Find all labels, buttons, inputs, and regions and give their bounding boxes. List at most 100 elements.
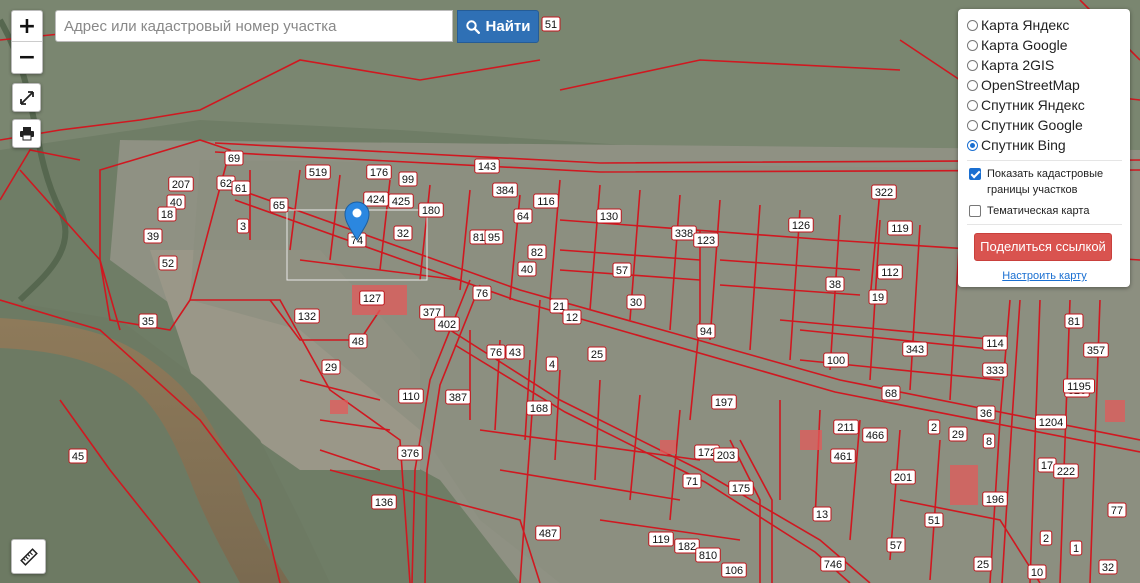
parcel-number[interactable]: 182 (678, 541, 696, 553)
parcel-number[interactable]: 322 (875, 187, 893, 199)
parcel-number[interactable]: 39 (147, 231, 159, 243)
parcel-number[interactable]: 222 (1057, 466, 1075, 478)
parcel-number[interactable]: 13 (816, 509, 828, 521)
parcel-number[interactable]: 48 (352, 336, 364, 348)
zoom-in-button[interactable]: + (12, 11, 42, 41)
parcel-number[interactable]: 43 (509, 347, 521, 359)
parcel-number[interactable]: 211 (837, 422, 855, 434)
parcel-number[interactable]: 38 (829, 279, 841, 291)
parcel-number[interactable]: 123 (697, 235, 715, 247)
parcel-number[interactable]: 175 (732, 483, 750, 495)
parcel-number[interactable]: 1195 (1067, 381, 1091, 393)
parcel-number[interactable]: 333 (986, 365, 1004, 377)
parcel-number[interactable]: 466 (866, 430, 884, 442)
parcel-number[interactable]: 76 (476, 288, 488, 300)
parcel-number[interactable]: 25 (977, 559, 989, 571)
show-cadastre-toggle[interactable]: Показать кадастровые границы участков (967, 166, 1122, 198)
parcel-number[interactable]: 25 (591, 349, 603, 361)
parcel-number[interactable]: 62 (220, 178, 232, 190)
parcel-number[interactable]: 119 (891, 223, 909, 235)
parcel-number[interactable]: 197 (715, 397, 733, 409)
parcel-number[interactable]: 68 (885, 388, 897, 400)
parcel-number[interactable]: 201 (894, 472, 912, 484)
parcel-number[interactable]: 29 (325, 362, 337, 374)
parcel-number[interactable]: 8 (986, 436, 992, 448)
parcel-number[interactable]: 203 (717, 450, 735, 462)
parcel-number[interactable]: 4 (549, 359, 555, 371)
parcel-number[interactable]: 424 (367, 194, 385, 206)
parcel-number[interactable]: 196 (986, 494, 1004, 506)
parcel-number[interactable]: 746 (824, 559, 842, 571)
parcel-number[interactable]: 425 (392, 196, 410, 208)
parcel-number[interactable]: 207 (172, 179, 190, 191)
zoom-out-button[interactable]: − (12, 41, 42, 73)
parcel-number[interactable]: 32 (397, 228, 409, 240)
parcel-number[interactable]: 19 (872, 292, 884, 304)
radio-button[interactable] (967, 119, 978, 131)
parcel-number[interactable]: 338 (675, 228, 693, 240)
parcel-number[interactable]: 52 (162, 258, 174, 270)
parcel-number[interactable]: 81 (473, 232, 485, 244)
parcel-number[interactable]: 126 (792, 220, 810, 232)
thematic-map-toggle[interactable]: Тематическая карта (967, 203, 1122, 219)
search-button[interactable]: Найти (457, 10, 539, 43)
parcel-number[interactable]: 376 (401, 448, 419, 460)
parcel-number[interactable]: 12 (566, 312, 578, 324)
parcel-number[interactable]: 61 (235, 183, 247, 195)
parcel-number[interactable]: 51 (545, 19, 557, 31)
parcel-number[interactable]: 94 (700, 326, 712, 338)
basemap-option[interactable]: Спутник Bing (967, 135, 1122, 155)
parcel-number[interactable]: 402 (438, 319, 456, 331)
parcel-number[interactable]: 387 (449, 392, 467, 404)
parcel-number[interactable]: 40 (521, 264, 533, 276)
parcel-number[interactable]: 1 (1073, 543, 1079, 555)
parcel-number[interactable]: 51 (928, 515, 940, 527)
parcel-number[interactable]: 519 (309, 167, 327, 179)
parcel-number[interactable]: 487 (539, 528, 557, 540)
parcel-number[interactable]: 30 (630, 297, 642, 309)
parcel-number[interactable]: 127 (363, 293, 381, 305)
parcel-number[interactable]: 2 (931, 422, 937, 434)
parcel-number[interactable]: 168 (530, 403, 548, 415)
parcel-number[interactable]: 116 (537, 196, 555, 208)
parcel-number[interactable]: 32 (1102, 562, 1114, 574)
parcel-number[interactable]: 95 (488, 232, 500, 244)
parcel-number[interactable]: 81 (1068, 316, 1080, 328)
parcel-number[interactable]: 77 (1111, 505, 1123, 517)
basemap-option[interactable]: Карта Яндекс (967, 15, 1122, 35)
parcel-number[interactable]: 461 (834, 451, 852, 463)
parcel-number[interactable]: 82 (531, 247, 543, 259)
parcel-number[interactable]: 119 (652, 534, 670, 546)
map-settings-link[interactable]: Настроить карту (967, 270, 1122, 282)
measure-button[interactable] (11, 539, 46, 574)
parcel-number[interactable]: 71 (686, 476, 698, 488)
parcel-number[interactable]: 76 (490, 347, 502, 359)
parcel-number[interactable]: 130 (600, 211, 618, 223)
parcel-number[interactable]: 2 (1043, 533, 1049, 545)
parcel-number[interactable]: 114 (986, 338, 1004, 350)
radio-button[interactable] (967, 99, 978, 111)
radio-button[interactable] (967, 19, 978, 31)
radio-button[interactable] (967, 59, 978, 71)
parcel-number[interactable]: 810 (699, 550, 717, 562)
parcel-number[interactable]: 36 (980, 408, 992, 420)
parcel-number[interactable]: 176 (370, 167, 388, 179)
basemap-option[interactable]: Спутник Яндекс (967, 95, 1122, 115)
basemap-option[interactable]: Карта 2GIS (967, 55, 1122, 75)
parcel-number[interactable]: 1204 (1039, 417, 1063, 429)
radio-button[interactable] (967, 39, 978, 51)
basemap-option[interactable]: Карта Google (967, 35, 1122, 55)
parcel-number[interactable]: 112 (881, 267, 899, 279)
parcel-number[interactable]: 18 (161, 209, 173, 221)
parcel-number[interactable]: 100 (827, 355, 845, 367)
search-input[interactable] (55, 10, 453, 42)
parcel-number[interactable]: 65 (273, 200, 285, 212)
share-link-button[interactable]: Поделиться ссылкой (974, 233, 1112, 261)
parcel-number[interactable]: 180 (422, 205, 440, 217)
parcel-number[interactable]: 57 (890, 540, 902, 552)
radio-button[interactable] (967, 79, 978, 91)
parcel-number[interactable]: 343 (906, 344, 924, 356)
parcel-number[interactable]: 132 (298, 311, 316, 323)
parcel-number[interactable]: 29 (952, 429, 964, 441)
parcel-number[interactable]: 45 (72, 451, 84, 463)
